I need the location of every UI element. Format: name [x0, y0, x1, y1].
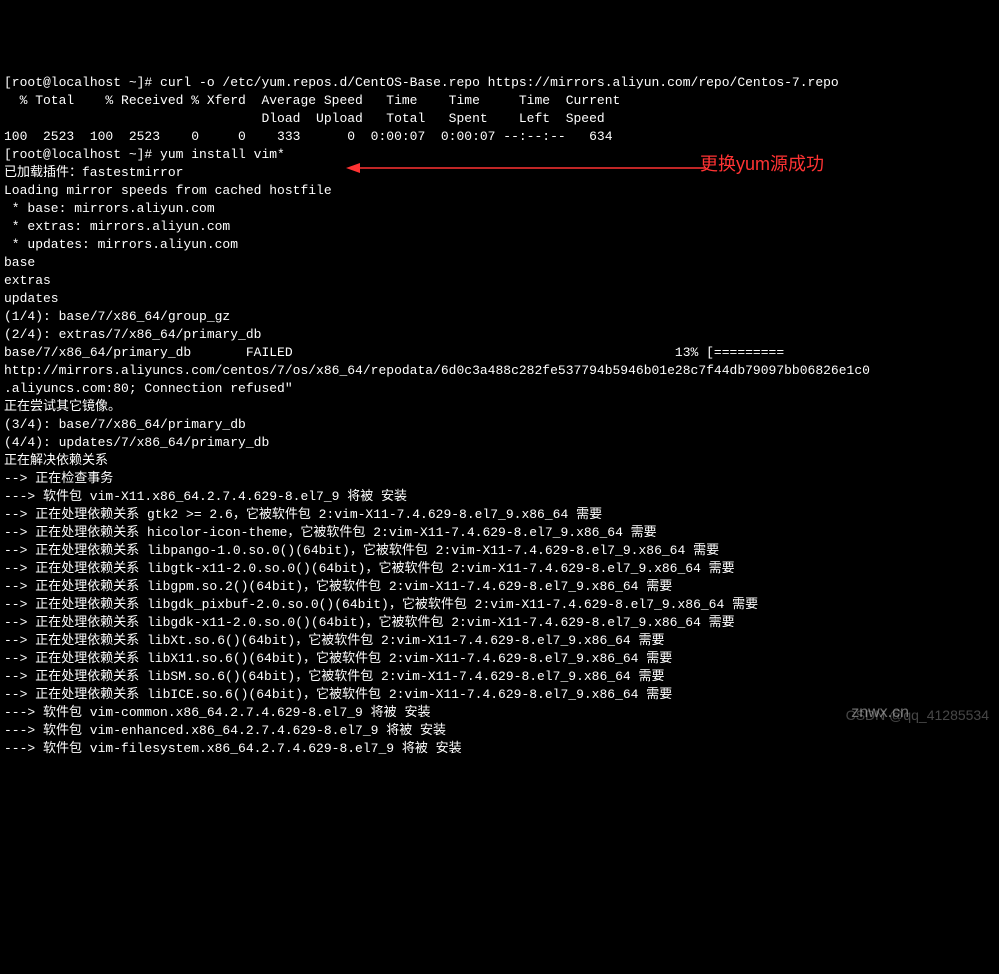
terminal-line: http://mirrors.aliyuncs.com/centos/7/os/…	[4, 362, 995, 380]
terminal-line: 100 2523 100 2523 0 0 333 0 0:00:07 0:00…	[4, 128, 995, 146]
terminal-line: ---> 软件包 vim-enhanced.x86_64.2.7.4.629-8…	[4, 722, 995, 740]
terminal-line: --> 正在处理依赖关系 libgtk-x11-2.0.so.0()(64bit…	[4, 560, 995, 578]
terminal-line: --> 正在检查事务	[4, 470, 995, 488]
terminal-line: Loading mirror speeds from cached hostfi…	[4, 182, 995, 200]
terminal-line: * updates: mirrors.aliyun.com	[4, 236, 995, 254]
terminal-line: 正在尝试其它镜像。	[4, 398, 995, 416]
terminal-line: --> 正在处理依赖关系 libgdk_pixbuf-2.0.so.0()(64…	[4, 596, 995, 614]
annotation-text: 更换yum源成功	[700, 155, 824, 173]
terminal-line: * extras: mirrors.aliyun.com	[4, 218, 995, 236]
terminal-line: ---> 软件包 vim-X11.x86_64.2.7.4.629-8.el7_…	[4, 488, 995, 506]
terminal-line: base	[4, 254, 995, 272]
terminal-line: --> 正在处理依赖关系 libICE.so.6()(64bit)，它被软件包 …	[4, 686, 995, 704]
terminal-line: Dload Upload Total Spent Left Speed	[4, 110, 995, 128]
terminal-line: --> 正在处理依赖关系 libX11.so.6()(64bit)，它被软件包 …	[4, 650, 995, 668]
terminal-line: extras	[4, 272, 995, 290]
terminal-line: (2/4): extras/7/x86_64/primary_db	[4, 326, 995, 344]
terminal-line: --> 正在处理依赖关系 gtk2 >= 2.6，它被软件包 2:vim-X11…	[4, 506, 995, 524]
terminal-line: updates	[4, 290, 995, 308]
terminal-line: --> 正在处理依赖关系 libgdk-x11-2.0.so.0()(64bit…	[4, 614, 995, 632]
terminal-line: 正在解决依赖关系	[4, 452, 995, 470]
terminal-line: (4/4): updates/7/x86_64/primary_db	[4, 434, 995, 452]
terminal-line: base/7/x86_64/primary_db FAILED 13% [===…	[4, 344, 995, 362]
terminal-line: --> 正在处理依赖关系 libpango-1.0.so.0()(64bit)，…	[4, 542, 995, 560]
terminal-line: ---> 软件包 vim-filesystem.x86_64.2.7.4.629…	[4, 740, 995, 758]
terminal-line: % Total % Received % Xferd Average Speed…	[4, 92, 995, 110]
terminal-output: [root@localhost ~]# curl -o /etc/yum.rep…	[4, 74, 995, 758]
terminal-line: [root@localhost ~]# curl -o /etc/yum.rep…	[4, 74, 995, 92]
terminal-line: (1/4): base/7/x86_64/group_gz	[4, 308, 995, 326]
terminal-line: --> 正在处理依赖关系 hicolor-icon-theme，它被软件包 2:…	[4, 524, 995, 542]
terminal-line: (3/4): base/7/x86_64/primary_db	[4, 416, 995, 434]
watermark-csdn: CSDN @qq_41285534	[846, 706, 989, 724]
terminal-line: .aliyuncs.com:80; Connection refused"	[4, 380, 995, 398]
terminal-line: [root@localhost ~]# yum install vim*	[4, 146, 995, 164]
terminal-line: * base: mirrors.aliyun.com	[4, 200, 995, 218]
terminal-line: --> 正在处理依赖关系 libXt.so.6()(64bit)，它被软件包 2…	[4, 632, 995, 650]
terminal-line: --> 正在处理依赖关系 libSM.so.6()(64bit)，它被软件包 2…	[4, 668, 995, 686]
terminal-line: --> 正在处理依赖关系 libgpm.so.2()(64bit)，它被软件包 …	[4, 578, 995, 596]
terminal-line: 已加载插件：fastestmirror	[4, 164, 995, 182]
